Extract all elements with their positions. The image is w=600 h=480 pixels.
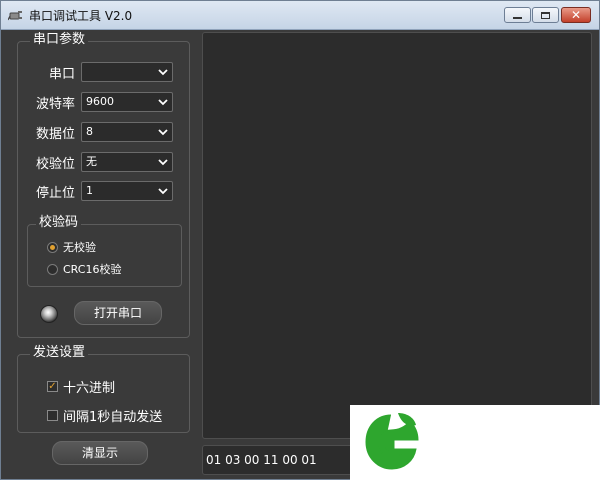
checkbox-hex[interactable]: ✓ [47, 380, 58, 392]
databits-select[interactable]: 8 [81, 122, 173, 142]
port-status-led [40, 305, 58, 323]
databits-label: 数据位 [35, 127, 75, 142]
window-title: 串口调试工具 V2.0 [29, 9, 133, 23]
chevron-down-icon [158, 159, 168, 166]
minimize-icon [513, 16, 522, 19]
chevron-down-icon [158, 129, 168, 136]
radio-no-checksum[interactable]: 无校验 [47, 239, 96, 255]
chevron-down-icon [158, 69, 168, 76]
maximize-icon [541, 11, 550, 19]
serial-params-title: 串口参数 [30, 32, 89, 48]
send-settings-title: 发送设置 [30, 345, 89, 361]
checksum-title: 校验码 [36, 215, 82, 231]
clear-display-button[interactable]: 清显示 [52, 441, 148, 465]
maximize-button[interactable] [532, 7, 559, 23]
radio-indicator[interactable] [47, 241, 58, 253]
checkbox-label: 十六进制 [63, 380, 116, 396]
chevron-down-icon [158, 188, 168, 195]
baud-label: 波特率 [35, 97, 75, 112]
plug-icon [8, 11, 22, 21]
checksum-group: 校验码 [27, 215, 182, 287]
stopbits-value: 1 [86, 184, 93, 197]
receive-display[interactable] [202, 32, 592, 439]
title-bar[interactable]: 串口调试工具 V2.0 ✕ [1, 1, 599, 30]
close-button[interactable]: ✕ [561, 7, 591, 23]
stopbits-label: 停止位 [35, 186, 75, 201]
radio-label: CRC16校验 [63, 263, 122, 276]
baud-value: 9600 [86, 95, 114, 108]
checkbox-label: 间隔1秒自动发送 [63, 409, 163, 425]
port-label: 串口 [48, 67, 75, 82]
parity-label: 校验位 [35, 157, 75, 172]
checkbox-auto-send[interactable] [47, 409, 58, 421]
open-port-button[interactable]: 打开串口 [74, 301, 162, 325]
chevron-down-icon [158, 99, 168, 106]
databits-value: 8 [86, 125, 93, 138]
port-select[interactable] [81, 62, 173, 82]
parity-select[interactable]: 无 [81, 152, 173, 172]
close-icon: ✕ [570, 8, 582, 22]
hex-checkbox-row[interactable]: ✓ 十六进制 [47, 378, 116, 396]
stopbits-select[interactable]: 1 [81, 181, 173, 201]
radio-crc16[interactable]: CRC16校验 [47, 261, 121, 277]
leaf-logo-icon [365, 413, 419, 470]
radio-indicator[interactable] [47, 263, 58, 275]
watermark [350, 405, 600, 480]
minimize-button[interactable] [504, 7, 531, 23]
baud-select[interactable]: 9600 [81, 92, 173, 112]
parity-value: 无 [86, 155, 97, 168]
radio-label: 无校验 [63, 241, 96, 254]
auto-send-checkbox-row[interactable]: 间隔1秒自动发送 [47, 407, 163, 425]
